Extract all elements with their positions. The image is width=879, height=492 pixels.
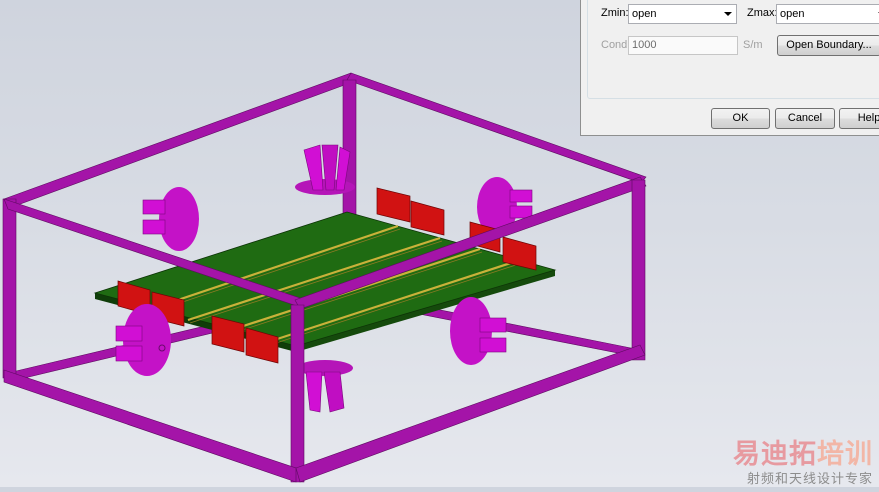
port-left-front	[115, 304, 171, 376]
cond-value: 1000	[632, 39, 657, 51]
cond-unit: S/m	[743, 39, 763, 51]
open-boundary-button[interactable]: Open Boundary...	[777, 35, 879, 56]
zmax-select[interactable]: open	[776, 4, 879, 24]
port-right-front	[450, 297, 507, 365]
zmin-value: open	[632, 8, 657, 20]
cond-field[interactable]: 1000	[628, 36, 738, 55]
watermark-title-part1: 易迪拓	[733, 439, 817, 470]
chevron-down-icon	[724, 12, 732, 16]
port-bottom	[297, 360, 353, 413]
help-button[interactable]: Help	[839, 108, 879, 129]
port-back-top	[295, 144, 355, 195]
zmax-label: Zmax:	[747, 7, 778, 19]
zmin-select[interactable]: open	[628, 4, 737, 24]
watermark-title: 易迪拓培训	[733, 432, 873, 471]
boundary-conditions-dialog: Zmin: open Zmax: open Cond.: 1000 S/m Op…	[580, 0, 879, 136]
watermark: 易迪拓培训 射频和天线设计专家	[700, 434, 879, 487]
cancel-button[interactable]: Cancel	[775, 108, 835, 129]
zmin-label: Zmin:	[601, 7, 629, 19]
zmax-value: open	[780, 8, 805, 20]
watermark-subtitle: 射频和天线设计专家	[746, 472, 873, 487]
port-left-back	[142, 187, 199, 251]
watermark-title-part2: 培训	[817, 439, 873, 470]
ok-button[interactable]: OK	[711, 108, 770, 129]
